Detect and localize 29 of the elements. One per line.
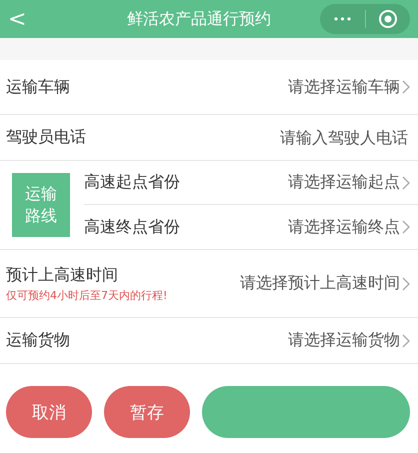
form-row[interactable]: 高速起点省份 请选择运输起点: [84, 161, 418, 205]
form-row[interactable]: 驾驶员电话 请输入驾驶人电话: [0, 115, 418, 161]
form-row[interactable]: 预计上高速时间 仅可预约4小时后至7天内的行程! 请选择预计上高速时间: [0, 250, 418, 318]
badge-text: 运输: [25, 182, 57, 205]
form-row[interactable]: 运输车辆 请选择运输车辆: [0, 60, 418, 115]
chevron-right-icon: [402, 334, 410, 348]
select-value: 请选择运输车辆: [288, 76, 400, 98]
page-title: 鲜活农产品通行预约: [126, 8, 272, 30]
field-label: 驾驶员电话: [6, 127, 86, 148]
close-icon[interactable]: [378, 9, 398, 29]
chevron-right-icon: [402, 220, 410, 234]
phone-input-field[interactable]: 请输入驾驶人电话: [210, 127, 410, 148]
field-label: 高速终点省份: [84, 216, 180, 238]
badge-text: 路线: [25, 205, 57, 227]
submit-button[interactable]: [202, 386, 410, 438]
form-row[interactable]: 运输货物 请选择运输货物: [0, 318, 418, 364]
select-value: 请选择运输货物: [288, 330, 400, 351]
field-label: 高速起点省份: [84, 172, 180, 193]
select-value: 请选择预计上高速时间: [240, 273, 400, 294]
chevron-right-icon: [402, 276, 410, 290]
field-label: 运输车辆: [6, 76, 70, 98]
field-label: 预计上高速时间: [6, 264, 119, 286]
field-label: 运输货物: [6, 330, 70, 351]
select-value: 请选择运输终点: [288, 216, 400, 238]
select-value: 请选择运输起点: [288, 172, 400, 193]
chevron-right-icon: [402, 80, 410, 94]
chevron-right-icon: [402, 176, 410, 190]
form-row[interactable]: 高速终点省份 请选择运输终点: [84, 205, 418, 249]
hint-text: 仅可预约4小时后至7天内的行程!: [6, 288, 168, 302]
